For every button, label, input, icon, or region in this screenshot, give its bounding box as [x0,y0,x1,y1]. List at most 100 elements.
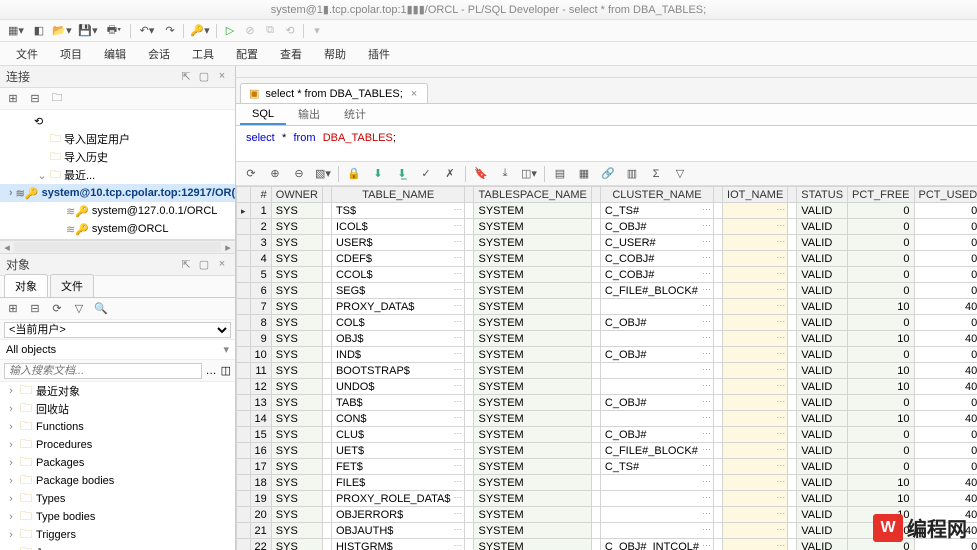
table-cell[interactable]: SYS [271,491,322,507]
table-cell[interactable]: ⋯ [591,539,600,550]
table-cell[interactable]: ⋯ [591,443,600,459]
table-cell[interactable]: ⋯ [723,347,788,363]
table-cell[interactable] [788,315,797,331]
table-cell[interactable]: 11 [250,363,271,379]
table-row[interactable]: 6SYS⋯SEG$⋯SYSTEM⋯C_FILE#_BLOCK#⋯⋯VALID00… [237,283,977,299]
table-cell[interactable] [788,539,797,550]
table-cell[interactable] [788,267,797,283]
table-cell[interactable]: SYS [271,539,322,550]
table-cell[interactable]: ⋯ [723,491,788,507]
fetch-all-icon[interactable]: ⬇̲ [391,164,413,184]
table-row[interactable]: 21SYS⋯OBJAUTH$⋯SYSTEM⋯⋯⋯VALID10401 [237,523,977,539]
table-row[interactable]: 4SYS⋯CDEF$⋯SYSTEM⋯C_COBJ#⋯⋯VALID000 [237,251,977,267]
table-cell[interactable]: 20 [250,507,271,523]
table-cell[interactable]: ⋯ [322,523,331,539]
table-cell[interactable] [237,427,251,443]
table-cell[interactable] [237,283,251,299]
table-cell[interactable] [788,283,797,299]
results-grid-scroll[interactable]: #OWNERTABLE_NAMETABLESPACE_NAMECLUSTER_N… [236,186,977,550]
table-cell[interactable]: ⋯ [723,507,788,523]
table-cell[interactable]: 18 [250,475,271,491]
sql-subtab[interactable]: SQL [240,105,286,125]
table-cell[interactable]: UNDO$⋯ [331,379,465,395]
table-cell[interactable]: ⋯ [322,539,331,550]
undo-icon[interactable]: ↶▾ [135,22,159,40]
table-cell[interactable]: VALID [797,491,848,507]
table-cell[interactable]: SYS [271,459,322,475]
table-cell[interactable]: ⋯ [600,411,713,427]
table-cell[interactable]: VALID [797,523,848,539]
table-cell[interactable] [714,251,723,267]
table-row[interactable]: 2SYS⋯ICOL$⋯SYSTEM⋯C_OBJ#⋯⋯VALID000 [237,219,977,235]
maximize-icon[interactable]: ▢ [197,258,211,271]
table-cell[interactable] [465,395,474,411]
table-cell[interactable] [465,411,474,427]
table-cell[interactable]: 0 [914,283,977,299]
table-cell[interactable]: 40 [914,363,977,379]
table-cell[interactable]: 40 [914,491,977,507]
table-cell[interactable]: ⋯ [322,283,331,299]
table-cell[interactable]: SYS [271,203,322,219]
table-cell[interactable] [237,459,251,475]
table-cell[interactable] [237,539,251,550]
table-cell[interactable]: ⋯ [600,491,713,507]
table-cell[interactable]: SYSTEM [474,379,591,395]
table-cell[interactable] [714,427,723,443]
table-cell[interactable]: ⋯ [591,251,600,267]
table-cell[interactable]: 15 [250,427,271,443]
object-tree-item[interactable]: ›🗀回收站 [0,400,235,418]
pin-icon[interactable]: ⇱ [179,258,193,271]
table-cell[interactable]: 10 [250,347,271,363]
table-cell[interactable]: C_USER#⋯ [600,235,713,251]
table-cell[interactable]: ⋯ [723,219,788,235]
table-cell[interactable]: ⋯ [723,203,788,219]
table-cell[interactable]: C_OBJ#⋯ [600,219,713,235]
table-cell[interactable]: 40 [914,411,977,427]
object-tree[interactable]: ›🗀最近对象›🗀回收站›🗀Functions›🗀Procedures›🗀Pack… [0,382,235,550]
menu-item[interactable]: 编辑 [94,43,136,65]
table-cell[interactable]: VALID [797,315,848,331]
table-cell[interactable]: 0 [914,235,977,251]
table-cell[interactable]: VALID [797,347,848,363]
table-cell[interactable]: ⋯ [591,203,600,219]
table-cell[interactable] [788,395,797,411]
menu-item[interactable]: 文件 [6,43,48,65]
objects-tab[interactable]: 文件 [50,274,94,297]
query-by-example-icon[interactable]: ▦ [573,164,595,184]
table-cell[interactable]: ⋯ [322,363,331,379]
table-cell[interactable]: ⋯ [600,475,713,491]
expand-icon[interactable]: ⊞ [4,300,22,318]
table-cell[interactable] [714,315,723,331]
table-cell[interactable]: C_COBJ#⋯ [600,267,713,283]
table-cell[interactable]: ⋯ [723,299,788,315]
table-cell[interactable]: 0 [914,459,977,475]
table-cell[interactable]: ⋯ [322,219,331,235]
table-cell[interactable]: 40 [914,475,977,491]
table-cell[interactable]: SYS [271,475,322,491]
table-cell[interactable] [465,331,474,347]
table-cell[interactable]: VALID [797,411,848,427]
table-cell[interactable] [465,203,474,219]
table-cell[interactable] [788,427,797,443]
table-cell[interactable]: 4 [250,251,271,267]
table-cell[interactable]: SYSTEM [474,459,591,475]
save-icon[interactable]: 💾▾ [76,22,100,40]
table-cell[interactable]: 0 [848,235,914,251]
table-cell[interactable]: SYS [271,379,322,395]
sql-tab[interactable]: ▣ select * from DBA_TABLES; × [240,83,428,103]
table-cell[interactable]: VALID [797,507,848,523]
table-cell[interactable]: ⋯ [723,395,788,411]
table-cell[interactable]: 0 [848,427,914,443]
menu-item[interactable]: 插件 [358,43,400,65]
table-cell[interactable]: VALID [797,443,848,459]
table-cell[interactable] [465,539,474,550]
table-cell[interactable] [788,523,797,539]
table-cell[interactable] [714,539,723,550]
table-cell[interactable]: SYSTEM [474,347,591,363]
table-cell[interactable] [237,219,251,235]
table-cell[interactable]: 0 [848,267,914,283]
all-objects-row[interactable]: All objects ▾ [0,340,235,360]
object-tree-item[interactable]: ›🗀Procedures [0,436,235,454]
table-cell[interactable]: SYSTEM [474,443,591,459]
table-cell[interactable] [465,379,474,395]
